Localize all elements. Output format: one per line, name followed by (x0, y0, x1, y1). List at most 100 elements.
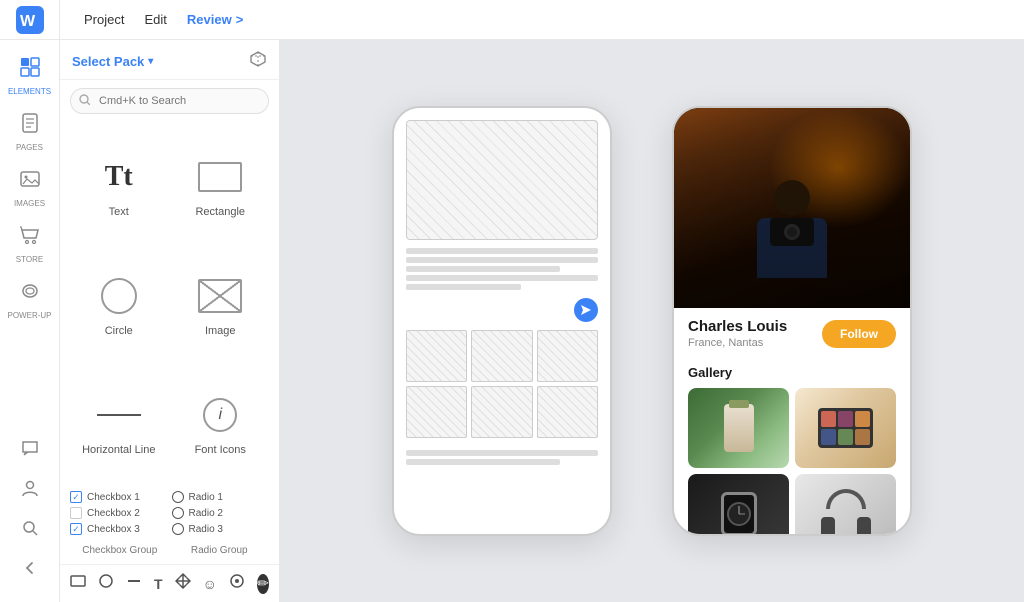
profile-name-block: Charles Louis France, Nantas (688, 318, 787, 349)
cube-icon[interactable] (249, 50, 267, 73)
sidebar-item-store[interactable]: STORE (0, 216, 59, 272)
phone-screen (394, 108, 610, 534)
checkbox-group: ✓ Checkbox 1 ✓ Checkbox 2 ✓ Checkbox 3 (70, 491, 168, 539)
radio-2-label: Radio 2 (189, 508, 223, 519)
sidebar-item-pages[interactable]: PAGES (0, 104, 59, 160)
checkbox-2[interactable]: ✓ (70, 507, 82, 519)
element-image[interactable]: Image (170, 245, 272, 364)
follow-button[interactable]: Follow (822, 320, 896, 348)
checkbox-1-row[interactable]: ✓ Checkbox 1 (70, 491, 168, 503)
logo: W (0, 0, 60, 40)
tool-move-icon[interactable] (175, 573, 191, 594)
wireframe-phone (392, 106, 612, 536)
radio-1-row[interactable]: Radio 1 (172, 491, 270, 503)
search-icon (79, 94, 90, 108)
images-icon (19, 168, 41, 196)
sidebar-item-powerup[interactable]: POWER-UP (0, 272, 59, 328)
elements-icon (19, 56, 41, 84)
tool-rect-icon[interactable] (70, 573, 86, 594)
collapse-button[interactable] (12, 550, 48, 586)
nav-review[interactable]: Review > (179, 8, 251, 31)
wf-send-button[interactable] (574, 298, 598, 322)
checkbox-3-row[interactable]: ✓ Checkbox 3 (70, 523, 168, 535)
app-body: ELEMENTS PAGES (0, 40, 1024, 602)
text-label: Text (109, 206, 129, 218)
search-button[interactable] (12, 510, 48, 546)
rectangle-label: Rectangle (195, 206, 245, 218)
sidebar-item-elements[interactable]: ELEMENTS (0, 48, 59, 104)
bottom-toolbar: T ☺ ✏ (60, 564, 279, 602)
element-hline[interactable]: Horizontal Line (68, 364, 170, 483)
radio-2[interactable] (172, 507, 184, 519)
gallery-title: Gallery (688, 365, 896, 380)
sidebar-item-store-label: STORE (16, 255, 43, 264)
user-button[interactable] (12, 470, 48, 506)
gallery-section: Gallery (674, 359, 910, 534)
tool-line-icon[interactable] (126, 573, 142, 594)
checkbox-2-row[interactable]: ✓ Checkbox 2 (70, 507, 168, 519)
circle-icon (101, 278, 137, 314)
app-container: W Project Edit Review > (0, 0, 1024, 602)
sidebar-item-elements-label: ELEMENTS (8, 87, 51, 96)
gallery-item-2[interactable] (795, 388, 896, 468)
wf-text-block-1 (406, 248, 598, 290)
sidebar-item-images[interactable]: IMAGES (0, 160, 59, 216)
hline-label: Horizontal Line (82, 444, 155, 456)
radio-2-row[interactable]: Radio 2 (172, 507, 270, 519)
rectangle-icon (198, 162, 242, 192)
tool-target-icon[interactable] (229, 573, 245, 594)
wf-main-image (406, 120, 598, 240)
radio-3-row[interactable]: Radio 3 (172, 523, 270, 535)
checkbox-1[interactable]: ✓ (70, 491, 82, 503)
radio-1-label: Radio 1 (189, 492, 223, 503)
select-pack-label: Select Pack (72, 54, 144, 69)
checkbox-group-label: Checkbox Group (70, 545, 170, 556)
gallery-item-1[interactable] (688, 388, 789, 468)
wf-text-block-2 (406, 450, 598, 465)
element-text[interactable]: Tt Text (68, 126, 170, 245)
checkbox-3[interactable]: ✓ (70, 523, 82, 535)
wf-image-grid (406, 330, 598, 438)
gallery-item-3[interactable] (688, 474, 789, 534)
element-circle[interactable]: Circle (68, 245, 170, 364)
group-labels: Checkbox Group Radio Group (60, 543, 279, 564)
search-bar (70, 88, 269, 114)
sidebar-item-pages-label: PAGES (16, 143, 43, 152)
radio-3-label: Radio 3 (189, 524, 223, 535)
hline-icon (97, 414, 141, 416)
store-icon (19, 224, 41, 252)
pages-icon (19, 112, 41, 140)
search-input[interactable] (70, 88, 269, 114)
gallery-item-4[interactable] (795, 474, 896, 534)
profile-hero: ‹ GST (674, 108, 910, 308)
radio-1[interactable] (172, 491, 184, 503)
profile-location: France, Nantas (688, 337, 787, 349)
radio-group-label: Radio Group (170, 545, 270, 556)
topbar-nav: Project Edit Review > (60, 8, 1024, 31)
sidebar-item-images-label: IMAGES (14, 199, 45, 208)
radio-group: Radio 1 Radio 2 Radio 3 (172, 491, 270, 539)
profile-info: Charles Louis France, Nantas Follow (674, 308, 910, 359)
checkbox-1-label: Checkbox 1 (87, 492, 140, 503)
image-icon (198, 279, 242, 313)
nav-project[interactable]: Project (76, 8, 132, 31)
tool-circle-icon[interactable] (98, 573, 114, 594)
element-fonticons[interactable]: i Font Icons (170, 364, 272, 483)
powerup-icon (19, 280, 41, 308)
element-rectangle[interactable]: Rectangle (170, 126, 272, 245)
image-label: Image (205, 325, 236, 337)
fonticons-label: Font Icons (195, 444, 246, 456)
svg-text:W: W (20, 13, 36, 30)
text-icon: Tt (105, 161, 133, 193)
radio-3[interactable] (172, 523, 184, 535)
tool-emoji-icon[interactable]: ☺ (203, 576, 217, 592)
logo-icon: W (16, 6, 44, 34)
tool-text-icon[interactable]: T (154, 576, 163, 592)
circle-label: Circle (105, 325, 133, 337)
form-elements-section: ✓ Checkbox 1 ✓ Checkbox 2 ✓ Checkbox 3 (60, 487, 279, 543)
select-pack-button[interactable]: Select Pack ▾ (72, 54, 153, 69)
gallery-grid (688, 388, 896, 534)
chat-button[interactable] (12, 430, 48, 466)
nav-edit[interactable]: Edit (136, 8, 174, 31)
tool-edit-icon[interactable]: ✏ (257, 574, 269, 594)
